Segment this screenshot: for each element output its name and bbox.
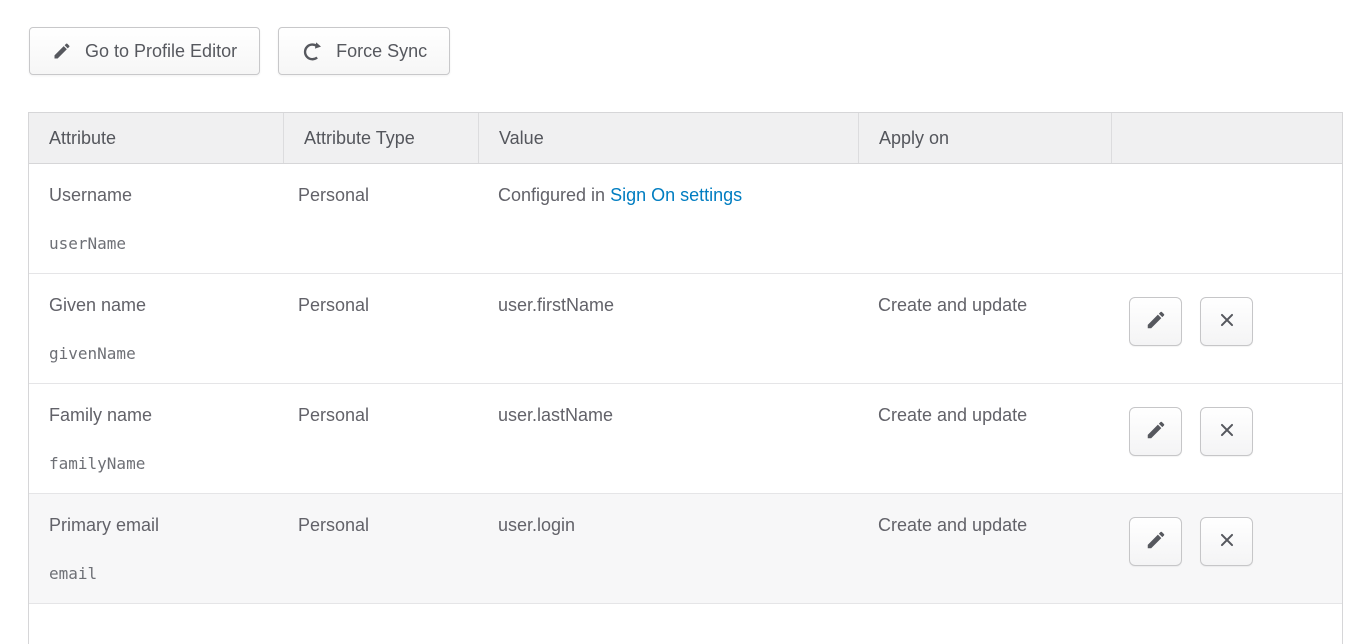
delete-attribute-button[interactable]: [1200, 297, 1253, 346]
attribute-type-cell: Personal: [283, 494, 478, 603]
attribute-type-cell: Personal: [283, 164, 478, 273]
header-apply-on: Apply on: [858, 113, 1111, 163]
edit-attribute-button[interactable]: [1129, 407, 1182, 456]
x-icon: [1216, 529, 1238, 554]
refresh-icon: [301, 40, 323, 62]
actions-cell: [1111, 384, 1342, 493]
go-to-profile-editor-button[interactable]: Go to Profile Editor: [29, 27, 260, 75]
table-row: Primary email email Personal user.login …: [29, 494, 1342, 604]
attribute-type-cell: Personal: [283, 274, 478, 383]
attribute-label: Family name: [49, 405, 273, 426]
sign-on-settings-link[interactable]: Sign On settings: [610, 185, 742, 205]
apply-on-cell: Create and update: [858, 494, 1111, 603]
apply-on-cell: Create and update: [858, 384, 1111, 493]
pencil-icon: [1145, 419, 1167, 444]
actions-cell: [1111, 274, 1342, 383]
delete-attribute-button[interactable]: [1200, 407, 1253, 456]
apply-on-cell: Create and update: [858, 274, 1111, 383]
go-to-profile-editor-label: Go to Profile Editor: [85, 41, 237, 62]
table-row: Username userName Personal Configured in…: [29, 164, 1342, 274]
actions-cell: [1111, 494, 1342, 603]
pencil-icon: [1145, 309, 1167, 334]
value-cell: user.firstName: [478, 274, 858, 383]
value-cell: user.lastName: [478, 384, 858, 493]
attribute-cell: Given name givenName: [29, 274, 283, 383]
header-attribute: Attribute: [29, 113, 283, 163]
attribute-type-cell: Personal: [283, 384, 478, 493]
table-empty-area: [29, 604, 1342, 644]
header-attribute-type: Attribute Type: [283, 113, 478, 163]
header-actions: [1111, 113, 1342, 163]
x-icon: [1216, 419, 1238, 444]
toolbar: Go to Profile Editor Force Sync: [29, 27, 450, 75]
x-icon: [1216, 309, 1238, 334]
attribute-label: Username: [49, 185, 273, 206]
actions-cell: [1111, 164, 1342, 273]
value-cell: Configured in Sign On settings: [478, 164, 858, 273]
table-row: Given name givenName Personal user.first…: [29, 274, 1342, 384]
attribute-name: familyName: [49, 454, 273, 473]
value-cell: user.login: [478, 494, 858, 603]
force-sync-label: Force Sync: [336, 41, 427, 62]
attribute-cell: Primary email email: [29, 494, 283, 603]
edit-attribute-button[interactable]: [1129, 517, 1182, 566]
attribute-label: Primary email: [49, 515, 273, 536]
attribute-name: givenName: [49, 344, 273, 363]
attribute-cell: Family name familyName: [29, 384, 283, 493]
attribute-name: userName: [49, 234, 273, 253]
attribute-mapping-table: Attribute Attribute Type Value Apply on …: [28, 112, 1343, 644]
table-row: Family name familyName Personal user.las…: [29, 384, 1342, 494]
attribute-cell: Username userName: [29, 164, 283, 273]
header-value: Value: [478, 113, 858, 163]
delete-attribute-button[interactable]: [1200, 517, 1253, 566]
apply-on-cell: [858, 164, 1111, 273]
attribute-label: Given name: [49, 295, 273, 316]
value-text: Configured in: [498, 185, 610, 205]
pencil-icon: [1145, 529, 1167, 554]
table-header: Attribute Attribute Type Value Apply on: [29, 113, 1342, 164]
pencil-icon: [52, 41, 72, 61]
force-sync-button[interactable]: Force Sync: [278, 27, 450, 75]
attribute-name: email: [49, 564, 273, 583]
edit-attribute-button[interactable]: [1129, 297, 1182, 346]
